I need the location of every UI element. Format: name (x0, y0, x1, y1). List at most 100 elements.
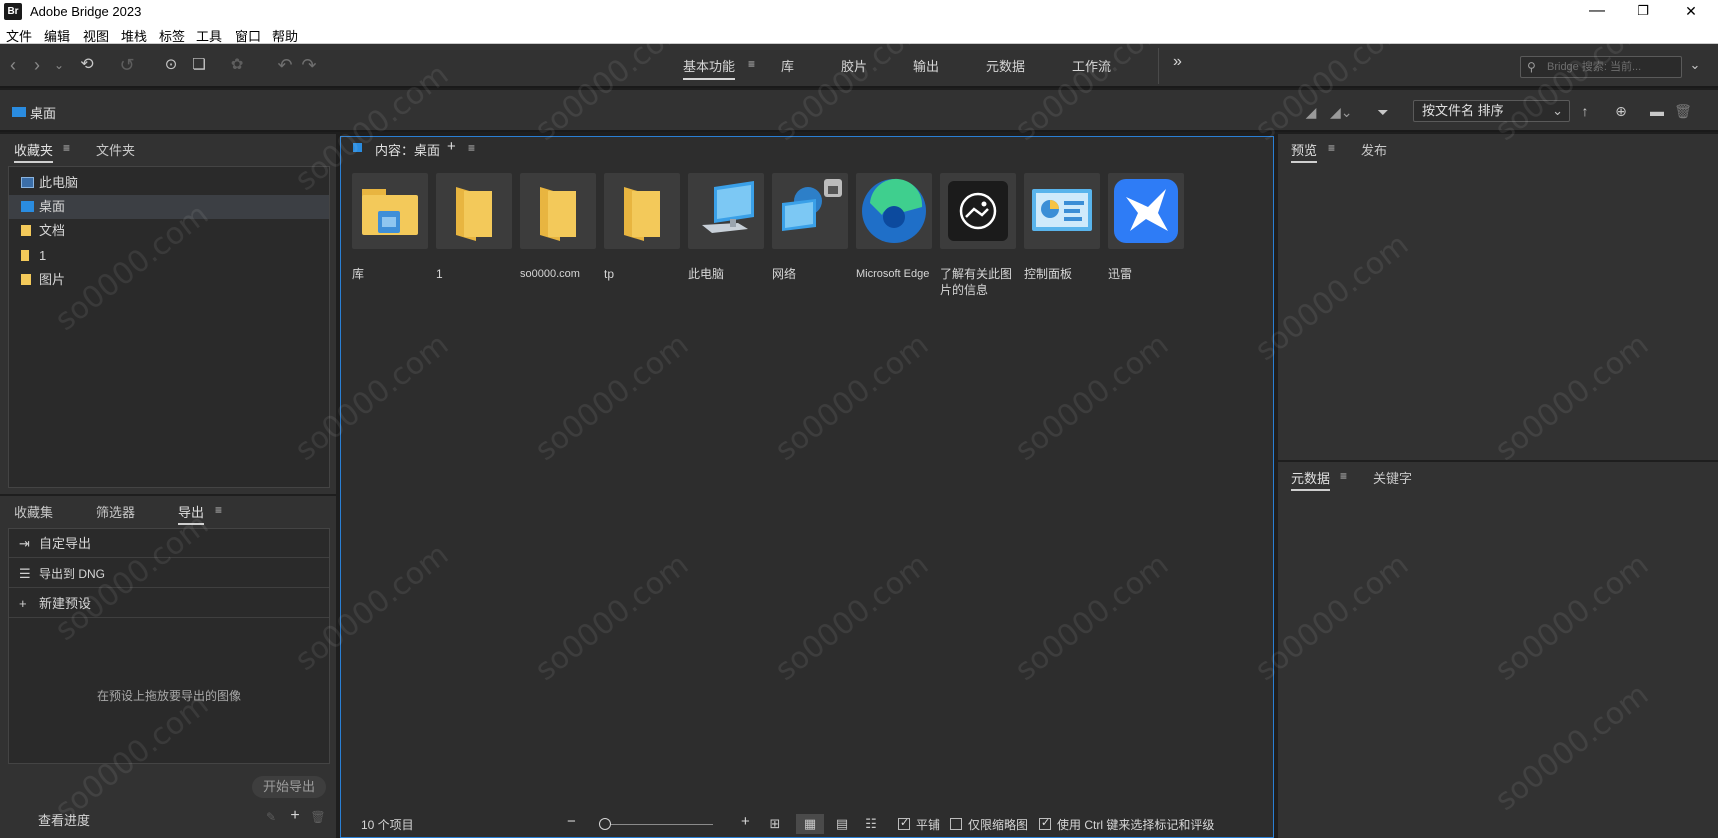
workspace-filmstrip[interactable]: 胶片 (841, 56, 867, 75)
export-panel: 收藏集 筛选器 导出 ≡ ⇥ 自定导出 ☰ 导出到 DNG + 新建预设 在预设… (0, 496, 336, 838)
thumbnails-only-checkbox[interactable] (950, 818, 962, 830)
maximize-button[interactable]: ❐ (1620, 0, 1666, 24)
rating-filter-icon[interactable]: ◢ (1300, 101, 1322, 123)
tab-favorites[interactable]: 收藏夹 (14, 140, 54, 163)
minimize-button[interactable]: — (1574, 0, 1620, 24)
metadata-panel: 元数据 ≡ 关键字 (1278, 462, 1718, 838)
rotate-left-icon[interactable]: ↶ (274, 54, 296, 76)
forward-icon[interactable]: › (26, 54, 48, 76)
view-details-icon[interactable]: ▤ (828, 814, 856, 834)
search-options-chevron-icon[interactable]: ⌄ (1684, 54, 1706, 76)
menu-view[interactable]: 视图 (83, 26, 109, 45)
search-input[interactable]: Bridge 搜索: 当前... ⚲ (1520, 56, 1682, 78)
close-button[interactable]: ✕ (1668, 0, 1714, 24)
add-tab-icon[interactable]: + (447, 138, 456, 155)
tab-preview[interactable]: 预览 (1291, 140, 1318, 163)
workspace-metadata[interactable]: 元数据 (986, 56, 1025, 75)
favorite-this-pc[interactable]: 此电脑 (9, 171, 329, 195)
panel-menu-icon[interactable]: ≡ (1328, 141, 1335, 155)
zoom-slider-track[interactable] (603, 824, 713, 825)
thumbnail-thunder[interactable] (1108, 173, 1184, 249)
workspace-library[interactable]: 库 (781, 56, 794, 75)
more-workspaces-icon[interactable]: » (1173, 53, 1182, 71)
ctrl-select-checkbox[interactable] (1039, 816, 1051, 830)
filter-icon[interactable]: ⏷ (1372, 101, 1394, 123)
menu-window[interactable]: 窗口 (235, 26, 261, 45)
export-custom[interactable]: ⇥ 自定导出 (9, 529, 329, 558)
view-list-icon[interactable]: ☷ (857, 814, 885, 834)
panel-menu-icon[interactable]: ≡ (215, 503, 222, 517)
open-in-camera-raw-icon[interactable]: ✿ (226, 54, 248, 76)
favorite-label: 桌面 (39, 199, 66, 214)
tab-filter[interactable]: 筛选器 (96, 502, 135, 521)
tab-export[interactable]: 导出 (178, 502, 205, 525)
new-folder-icon[interactable]: ▬ (1646, 100, 1668, 122)
trash-icon[interactable]: 🗑 (1672, 100, 1694, 122)
recent-history-icon[interactable]: ⟲ (76, 54, 98, 76)
path-current[interactable]: 桌面 (30, 103, 56, 122)
edit-icon[interactable]: ✎ (260, 806, 282, 828)
sort-direction-icon[interactable]: ↑ (1574, 100, 1596, 122)
menu-help[interactable]: 帮助 (272, 26, 298, 45)
start-export-button[interactable]: 开始导出 (252, 776, 326, 798)
tile-checkbox[interactable] (898, 816, 910, 830)
thumbnail-folder-so0000[interactable] (520, 173, 596, 249)
zoom-out-icon[interactable]: − (567, 813, 576, 830)
menu-stack[interactable]: 堆栈 (121, 26, 147, 45)
main-toolbar: ‹ › ⌄ ⟲ ↺ ⊙ ❏ ✿ ↶ ↷ 基本功能 ≡ 库 胶片 输出 元数据 工… (0, 44, 1718, 88)
tile-label: 平铺 (916, 818, 941, 832)
favorite-folder-1[interactable]: 1 (9, 244, 329, 268)
favorite-pictures[interactable]: 图片 (9, 268, 329, 292)
panel-menu-icon[interactable]: ≡ (63, 141, 70, 155)
thumbnail-library[interactable] (352, 173, 428, 249)
trash-icon[interactable]: 🗑 (307, 806, 329, 828)
panel-menu-icon[interactable]: ≡ (468, 141, 475, 155)
thumbnail-control-panel[interactable] (1024, 173, 1100, 249)
panel-menu-icon[interactable]: ≡ (1340, 469, 1347, 483)
tab-collections[interactable]: 收藏集 (14, 502, 53, 521)
recent-folders-icon[interactable]: ⊕ (1610, 100, 1632, 122)
camera-download-icon[interactable]: ⊙ (160, 54, 182, 76)
zoom-slider-handle[interactable] (599, 818, 611, 830)
menu-label[interactable]: 标签 (159, 26, 185, 45)
favorite-desktop[interactable]: 桌面 (9, 195, 329, 219)
thumbnail-image-info[interactable] (940, 173, 1016, 249)
refine-icon[interactable]: ❏ (188, 54, 210, 76)
thumbnail-microsoft-edge[interactable] (856, 173, 932, 249)
view-thumbnails-icon[interactable]: ▦ (796, 814, 824, 834)
workspace-output[interactable]: 输出 (913, 56, 939, 75)
add-preset-icon[interactable]: + (284, 805, 306, 827)
chevron-down-icon[interactable]: ⌄ (48, 54, 70, 76)
tab-metadata[interactable]: 元数据 (1291, 468, 1331, 491)
export-to-dng[interactable]: ☰ 导出到 DNG (9, 559, 329, 588)
tab-folders[interactable]: 文件夹 (96, 140, 135, 159)
workspace-essentials[interactable]: 基本功能 (683, 56, 736, 80)
grid-lock-icon[interactable]: ⊞ (761, 814, 789, 834)
bridge-app-icon: Br (4, 3, 22, 20)
back-icon[interactable]: ‹ (2, 54, 24, 76)
workspace-workflow[interactable]: 工作流 (1072, 56, 1111, 75)
new-preset[interactable]: + 新建预设 (9, 589, 329, 618)
sort-select[interactable]: 按文件名 排序 ⌄ (1413, 100, 1570, 122)
rotate-right-icon[interactable]: ↷ (298, 54, 320, 76)
menu-file[interactable]: 文件 (6, 26, 32, 45)
tab-keywords[interactable]: 关键字 (1373, 468, 1412, 487)
menu-edit[interactable]: 编辑 (44, 26, 70, 45)
favorite-documents[interactable]: 文档 (9, 219, 329, 243)
rating-menu-icon[interactable]: ◢⌄ (1330, 101, 1353, 123)
return-icon[interactable]: ↺ (116, 54, 138, 76)
menu-tools[interactable]: 工具 (196, 26, 222, 45)
menu-bar: 文件 编辑 视图 堆栈 标签 工具 窗口 帮助 (0, 24, 1718, 44)
thumbnail-network[interactable] (772, 173, 848, 249)
edge-icon (862, 178, 926, 243)
content-footer: 10 个项目 − + ⊞ ▦ ▤ ☷ 平铺 仅限缩略图 使用 Ctrl 键来选择… (341, 811, 1273, 837)
workspace-menu-icon[interactable]: ≡ (748, 57, 755, 71)
content-header: 内容：桌面 + ≡ (341, 137, 1273, 159)
zoom-in-icon[interactable]: + (741, 813, 750, 830)
thumbnail-folder-tp[interactable] (604, 173, 680, 249)
tab-publish[interactable]: 发布 (1361, 140, 1387, 159)
thumbnail-label: Microsoft Edge (856, 268, 930, 280)
thumbnail-this-pc[interactable] (688, 173, 764, 249)
thumbnail-folder-1[interactable] (436, 173, 512, 249)
view-progress-label[interactable]: 查看进度 (38, 810, 90, 829)
